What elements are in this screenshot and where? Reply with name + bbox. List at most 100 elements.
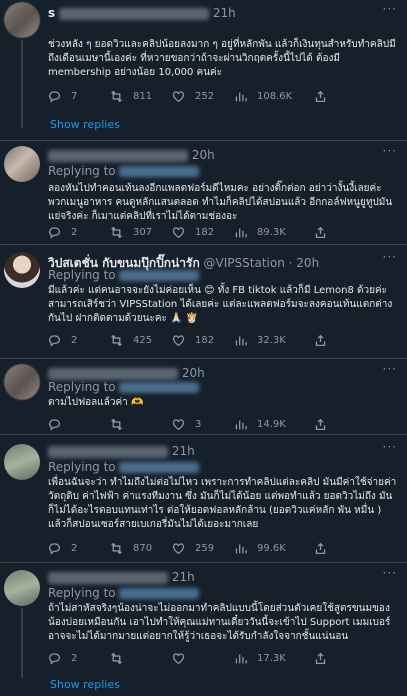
- like-action[interactable]: 252: [172, 90, 234, 103]
- views-action[interactable]: 14.9K: [234, 418, 304, 431]
- action-bar: 7 811 252 108.6K: [48, 88, 397, 104]
- divider: [0, 140, 407, 141]
- view-count: 32.3K: [257, 334, 286, 346]
- reply-count: 2: [71, 334, 78, 346]
- reply-action[interactable]: [48, 418, 110, 431]
- share-action[interactable]: [314, 418, 337, 431]
- timestamp[interactable]: 21h: [213, 6, 236, 20]
- avatar[interactable]: [4, 252, 40, 288]
- views-action[interactable]: 17.3K: [234, 652, 304, 665]
- views-action[interactable]: 108.6K: [234, 90, 304, 103]
- more-options-icon[interactable]: ···: [383, 250, 397, 264]
- action-bar: 2 870 259 99.6K: [48, 540, 397, 556]
- retweet-count: 870: [133, 542, 153, 554]
- replying-to: Replying to: [48, 268, 200, 282]
- more-options-icon[interactable]: ···: [383, 362, 397, 376]
- author-handle-blurred: [58, 7, 209, 20]
- views-action[interactable]: 89.3K: [234, 226, 304, 239]
- timestamp[interactable]: 21h: [172, 570, 195, 584]
- heart-icon: [172, 90, 185, 102]
- retweet-action[interactable]: 870: [110, 542, 172, 555]
- divider: [0, 562, 407, 563]
- reply-icon: [48, 652, 61, 665]
- replying-to: Replying to: [48, 460, 200, 474]
- reply-action[interactable]: 2: [48, 226, 110, 239]
- reply-count: 2: [71, 226, 78, 238]
- retweet-action[interactable]: 425: [110, 334, 172, 347]
- share-action[interactable]: [314, 334, 337, 347]
- reply-header: 21h: [48, 444, 399, 460]
- share-icon: [315, 226, 326, 238]
- views-action[interactable]: 99.6K: [234, 542, 304, 555]
- retweet-action[interactable]: [110, 652, 172, 665]
- author-name-blurred: [48, 571, 168, 584]
- reply-text: มีแล้วค่ะ แต่คนอาจจะยังไม่ค่อยเห็น 😊 ทั้…: [48, 285, 393, 324]
- show-replies-link[interactable]: Show replies: [50, 678, 120, 691]
- reply-header: 21h: [48, 570, 399, 586]
- views-action[interactable]: 32.3K: [234, 334, 304, 347]
- views-chart-icon: [235, 227, 247, 237]
- view-count: 99.6K: [257, 542, 286, 554]
- action-bar: 2 425 182 32.3K: [48, 332, 397, 348]
- more-options-icon[interactable]: ···: [383, 144, 397, 158]
- retweet-action[interactable]: 307: [110, 226, 172, 239]
- author-handle[interactable]: @VIPSStation: [204, 256, 285, 270]
- retweet-action[interactable]: [110, 418, 172, 431]
- avatar[interactable]: [4, 444, 40, 480]
- reply-text: เพื่อนฉันจะว่า ทำไมถึงไม่ต่อไม่ไหว เพราะ…: [48, 477, 397, 530]
- reply-icon: [48, 226, 61, 239]
- timestamp[interactable]: 21h: [172, 444, 195, 458]
- author-name-blurred: [48, 367, 178, 380]
- more-options-icon[interactable]: ···: [383, 440, 397, 454]
- more-options-icon[interactable]: ···: [383, 566, 397, 580]
- reply-header: s 21h: [48, 6, 399, 22]
- replying-to: Replying to: [48, 380, 200, 394]
- view-count: 108.6K: [257, 90, 293, 102]
- action-bar: 2 17.3K: [48, 650, 397, 666]
- avatar[interactable]: [4, 364, 40, 400]
- thread-line: [21, 40, 23, 128]
- like-action[interactable]: 182: [172, 226, 234, 239]
- reply-text: ตามไปฟอลแล้วค่า 🫶: [48, 397, 144, 408]
- like-action[interactable]: 259: [172, 542, 234, 555]
- author-name-blurred: [48, 149, 188, 162]
- views-chart-icon: [235, 653, 247, 663]
- reply-count: 2: [71, 542, 78, 554]
- more-options-icon[interactable]: ···: [383, 2, 397, 16]
- heart-icon: [172, 652, 185, 664]
- timestamp[interactable]: 20h: [296, 256, 319, 270]
- share-action[interactable]: [314, 652, 337, 665]
- reply-action[interactable]: 2: [48, 334, 110, 347]
- heart-icon: [172, 334, 185, 346]
- view-count: 17.3K: [257, 652, 286, 664]
- avatar[interactable]: [4, 2, 40, 38]
- reply-action[interactable]: 7: [48, 90, 110, 103]
- heart-icon: [172, 418, 185, 430]
- smile-emoji-icon: 😊: [204, 285, 215, 296]
- reply-action[interactable]: 2: [48, 542, 110, 555]
- view-count: 89.3K: [257, 226, 286, 238]
- author-name[interactable]: s: [48, 6, 55, 20]
- timestamp[interactable]: 20h: [182, 366, 205, 380]
- share-action[interactable]: [314, 90, 337, 103]
- action-bar: 2 307 182 89.3K: [48, 224, 397, 240]
- retweet-action[interactable]: 811: [110, 90, 172, 103]
- avatar[interactable]: [4, 146, 40, 182]
- timestamp[interactable]: 20h: [192, 148, 215, 162]
- retweet-icon: [111, 418, 122, 430]
- heart-icon: [172, 226, 185, 238]
- share-action[interactable]: [314, 226, 337, 239]
- reply-action[interactable]: 2: [48, 652, 110, 665]
- retweet-count: 811: [133, 90, 153, 102]
- divider: [0, 434, 407, 435]
- like-action[interactable]: 182: [172, 334, 234, 347]
- avatar[interactable]: [4, 570, 40, 606]
- heart-icon: [172, 542, 185, 554]
- show-replies-link[interactable]: Show replies: [50, 118, 120, 131]
- like-action[interactable]: [172, 652, 234, 665]
- like-action[interactable]: 3: [172, 418, 234, 431]
- views-chart-icon: [235, 419, 247, 429]
- reply-text: ถ้าไม่สาหัสจริงๆน้องน่าจะไม่ออกมาทำคลิปแ…: [48, 603, 391, 642]
- reply-header: 20h: [48, 148, 399, 164]
- share-action[interactable]: [314, 542, 337, 555]
